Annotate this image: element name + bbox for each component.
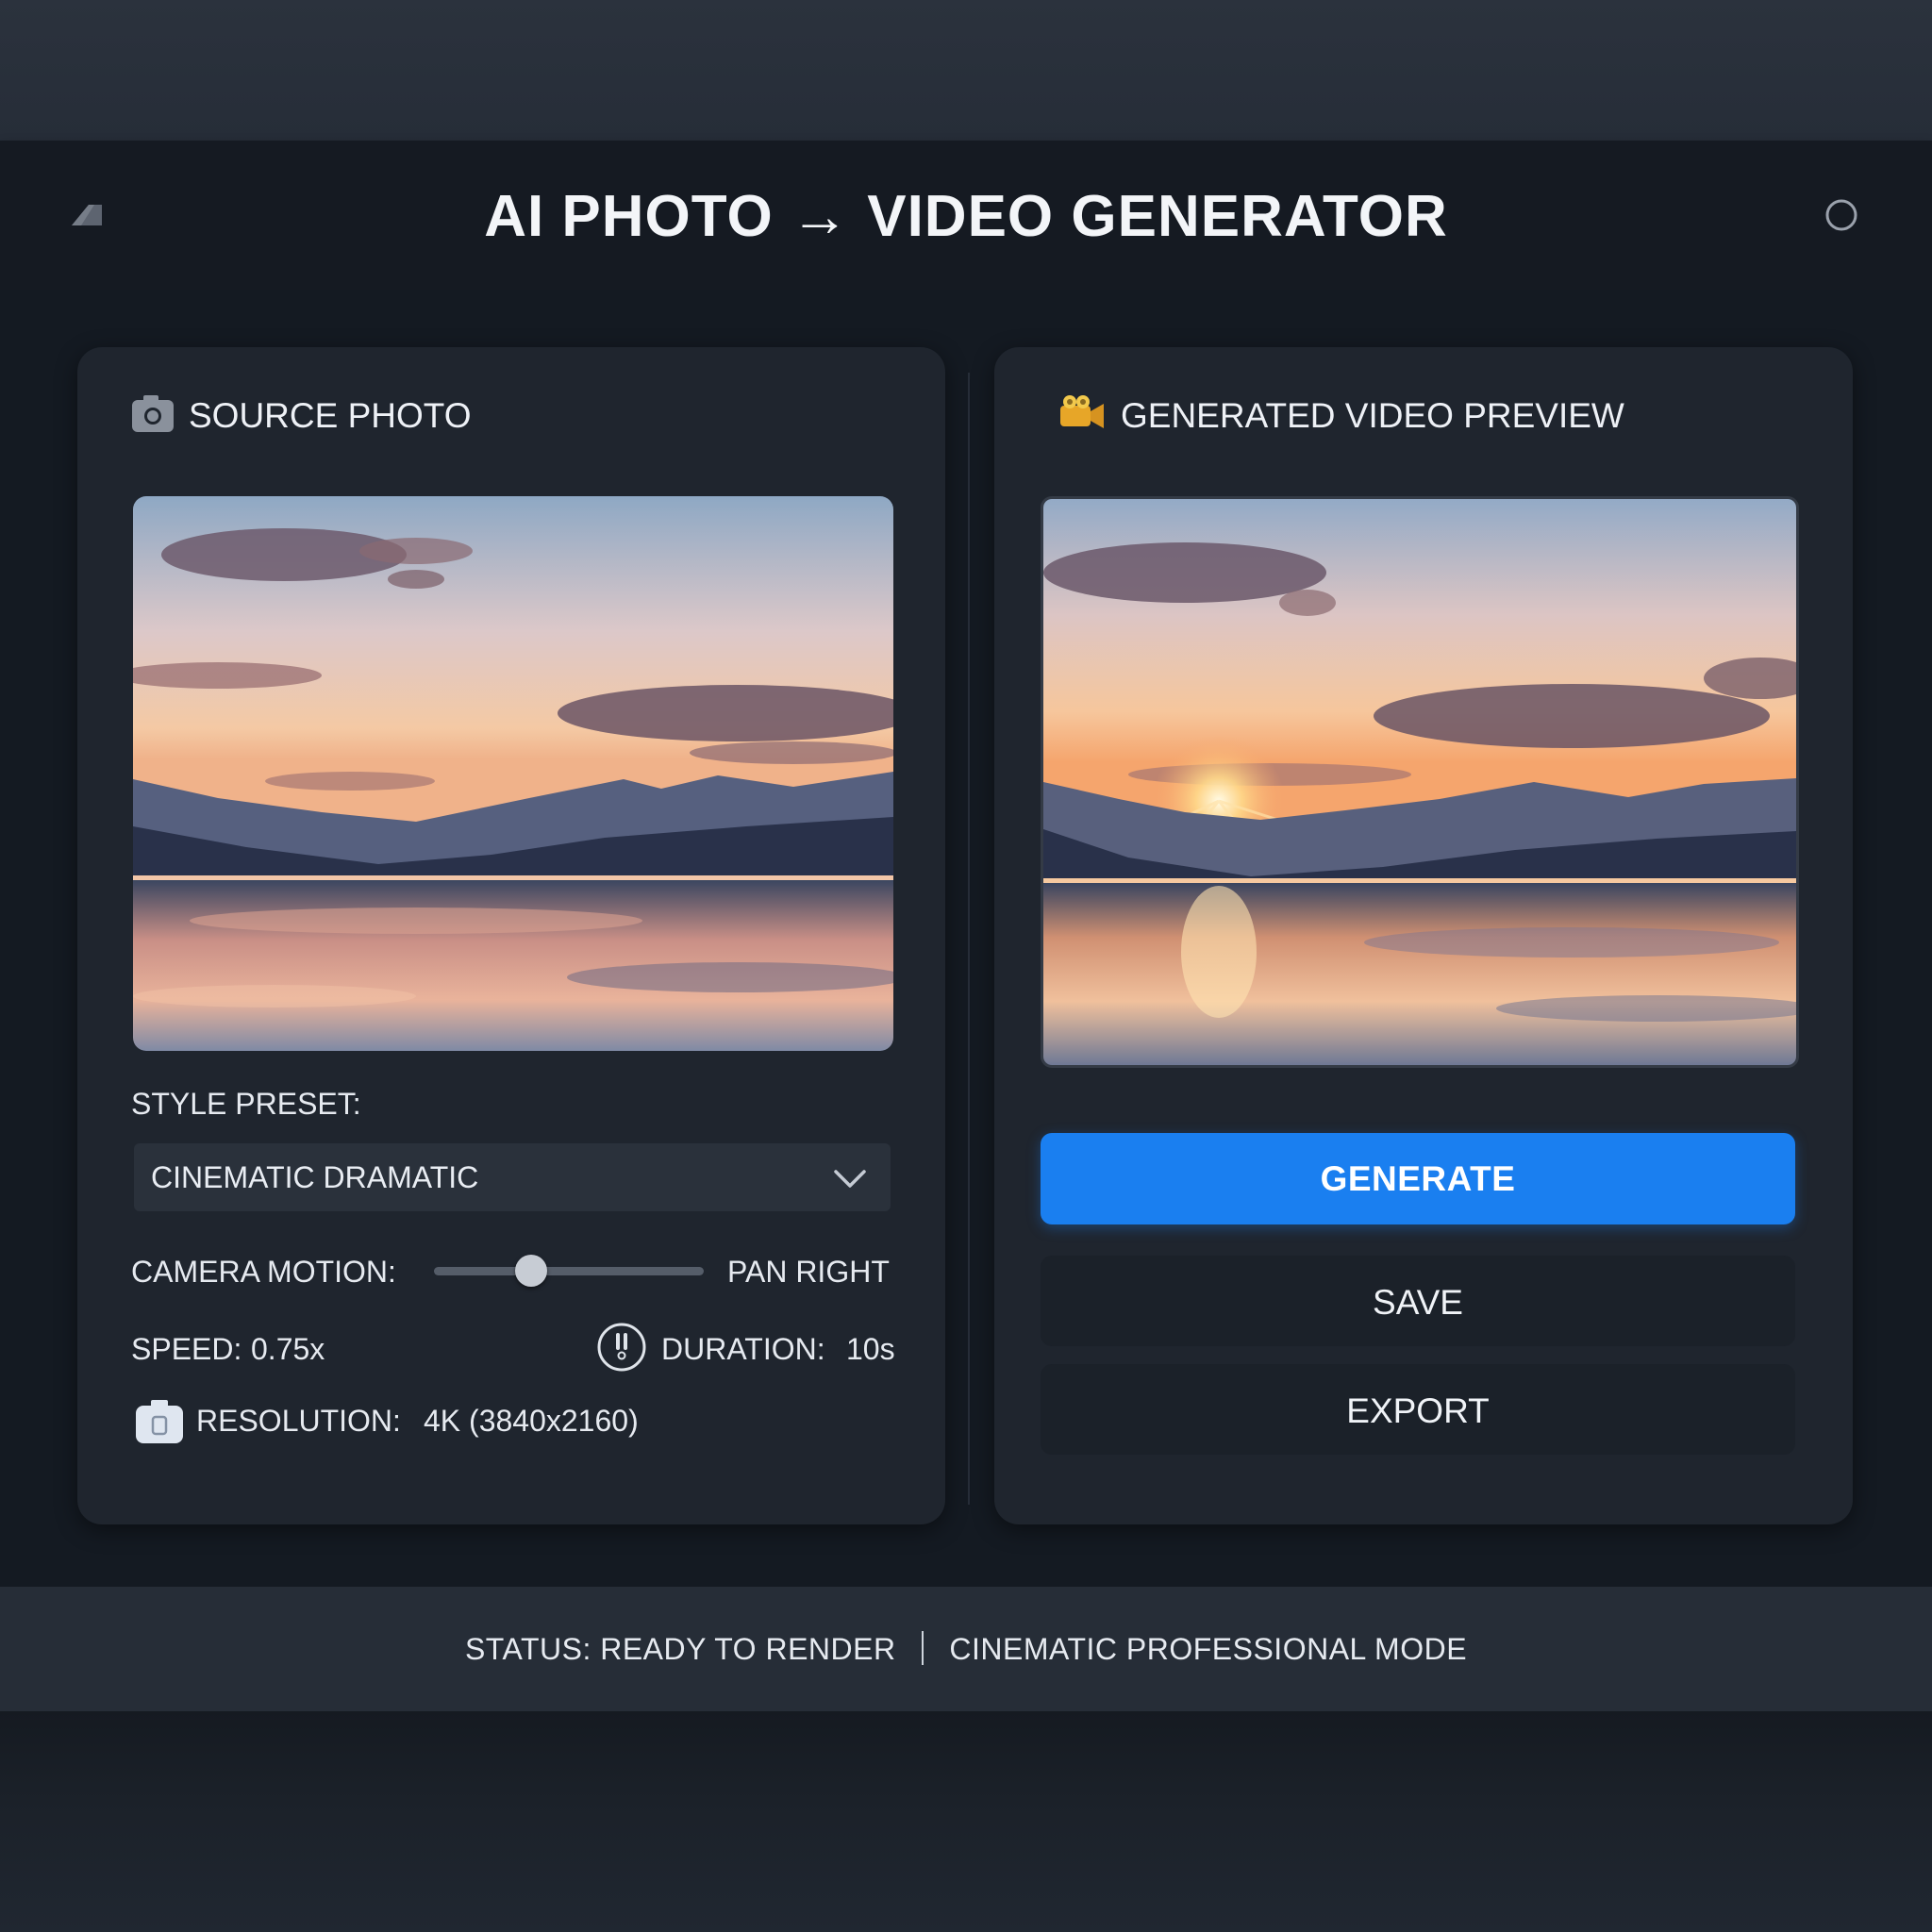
chevron-down-icon[interactable] xyxy=(832,1160,868,1196)
status-label: STATUS: xyxy=(464,1632,591,1666)
camera-icon xyxy=(132,395,174,432)
app-title: AI PHOTO → VIDEO GENERATOR xyxy=(484,184,1448,249)
top-background-band xyxy=(0,0,1932,141)
camera-motion-label: CAMERA MOTION: xyxy=(131,1255,396,1289)
source-photo-heading: SOURCE PHOTO xyxy=(130,395,696,438)
save-button-label: SAVE xyxy=(1373,1283,1463,1322)
circle-icon[interactable] xyxy=(1824,198,1858,232)
camera-motion-slider[interactable] xyxy=(434,1267,704,1275)
generate-button[interactable]: GENERATE xyxy=(1041,1133,1795,1224)
generate-button-label: GENERATE xyxy=(1320,1159,1516,1198)
camera-small-icon xyxy=(136,1400,183,1443)
status-separator xyxy=(921,1631,924,1665)
timer-icon xyxy=(597,1323,646,1372)
speed-value: 0.75x xyxy=(251,1332,325,1366)
resolution-value: 4K (3840x2160) xyxy=(424,1404,639,1438)
app-header: AI PHOTO → VIDEO GENERATOR xyxy=(0,141,1932,290)
duration-value: 10s xyxy=(846,1332,895,1366)
status-value: READY TO RENDER xyxy=(600,1632,896,1666)
style-preset-value: CINEMATIC DRAMATIC xyxy=(151,1160,479,1194)
speed-label: SPEED: xyxy=(131,1332,242,1366)
panel-divider xyxy=(968,373,970,1505)
generated-preview-title: GENERATED VIDEO PREVIEW xyxy=(1121,396,1624,435)
camera-motion-slider-thumb[interactable] xyxy=(514,1255,547,1287)
generated-video-preview[interactable] xyxy=(1041,496,1799,1068)
duration-label: DURATION: xyxy=(661,1332,825,1366)
status-bar: STATUS: READY TO RENDER CINEMATIC PROFES… xyxy=(0,1587,1932,1711)
generated-preview-panel: GENERATED VIDEO PREVIEW xyxy=(994,347,1853,1524)
source-photo-title: SOURCE PHOTO xyxy=(189,396,472,435)
save-button[interactable]: SAVE xyxy=(1041,1256,1795,1346)
export-button-label: EXPORT xyxy=(1346,1391,1490,1430)
style-preset-dropdown[interactable]: CINEMATIC DRAMATIC xyxy=(134,1143,891,1211)
style-preset-label: STYLE PRESET: xyxy=(131,1087,361,1121)
mode-text: CINEMATIC PROFESSIONAL MODE xyxy=(949,1632,1468,1666)
status-text: STATUS: READY TO RENDER CINEMATIC PROFES… xyxy=(0,1631,1932,1667)
resolution-label: RESOLUTION: xyxy=(196,1404,401,1438)
video-camera-icon xyxy=(1060,395,1104,428)
export-button[interactable]: EXPORT xyxy=(1041,1364,1795,1455)
camera-motion-value: PAN RIGHT xyxy=(727,1255,890,1289)
source-photo[interactable] xyxy=(133,496,893,1051)
bottom-background-band xyxy=(0,1711,1932,1932)
generated-preview-heading: GENERATED VIDEO PREVIEW xyxy=(1058,395,1794,438)
